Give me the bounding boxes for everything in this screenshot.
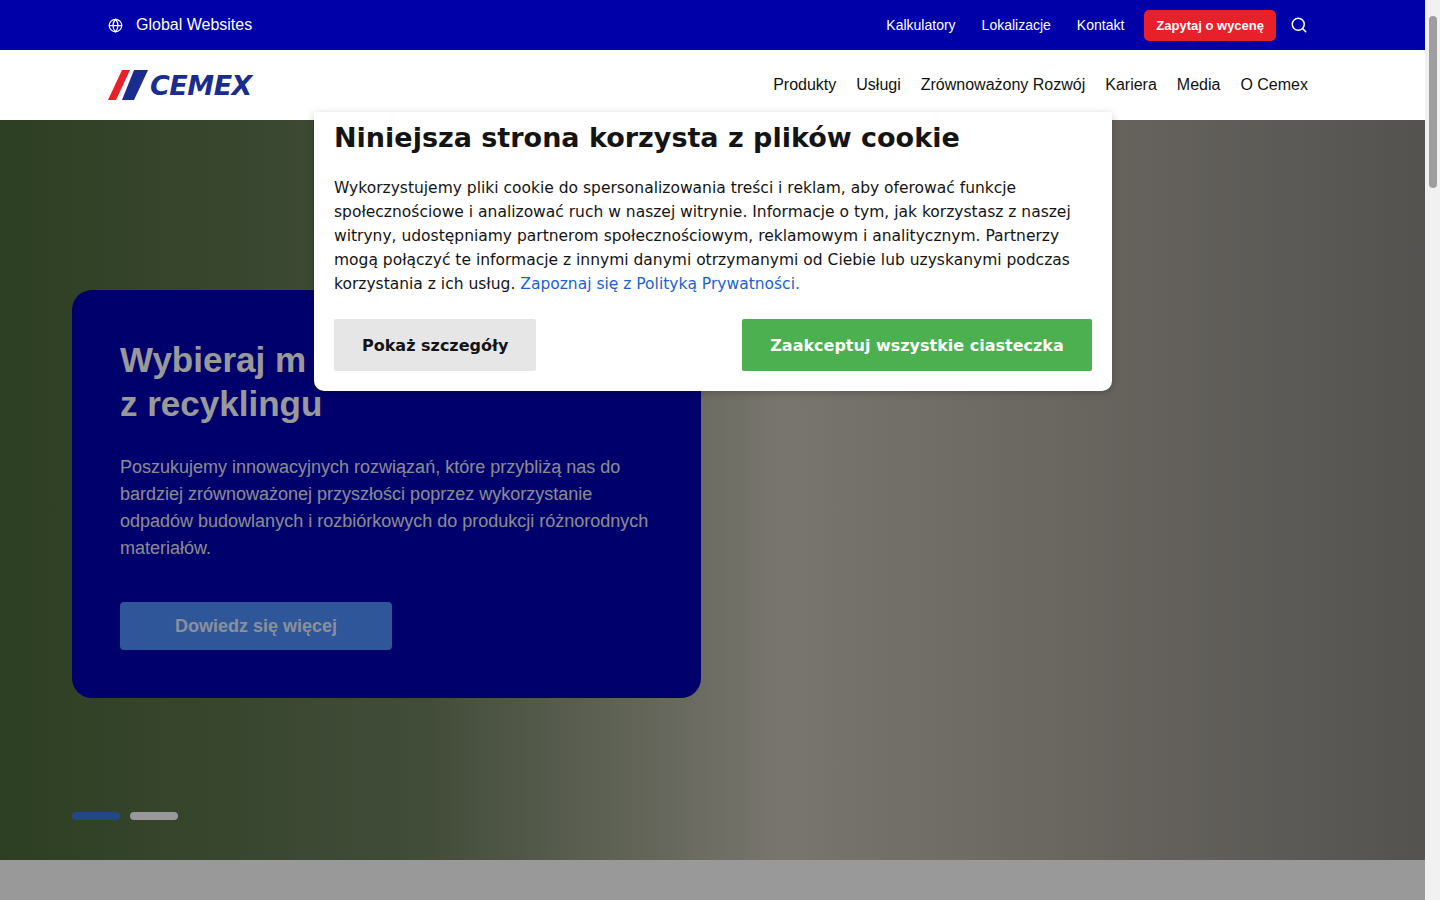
globe-icon	[108, 18, 123, 33]
nav-item[interactable]: Media	[1177, 76, 1221, 94]
show-details-button[interactable]: Pokaż szczegóły	[334, 319, 536, 371]
logo[interactable]: CEMEX	[108, 70, 252, 101]
top-bar: Global Websites Kalkulatory Lokalizacje Kon…	[0, 0, 1425, 50]
nav-item[interactable]: Zrównoważony Rozwój	[921, 76, 1086, 94]
quote-button[interactable]: Zapytaj o wycenę	[1144, 10, 1276, 41]
cookie-dialog: Niniejsza strona korzysta z plików cooki…	[314, 112, 1112, 391]
main: Global Websites Kalkulatory Lokalizacje Kon…	[0, 0, 1425, 900]
nav-item[interactable]: Kariera	[1105, 76, 1157, 94]
top-link[interactable]: Kalkulatory	[880, 17, 961, 33]
scrollbar[interactable]	[1425, 0, 1440, 900]
global-websites[interactable]: Global Websites	[108, 16, 252, 34]
cookie-title: Niniejsza strona korzysta z plików cooki…	[334, 120, 1092, 156]
cookie-text: Wykorzystujemy pliki cookie do spersonal…	[334, 176, 1092, 296]
header: CEMEX Produkty Usługi Zrównoważony Rozwój Ka…	[0, 50, 1425, 120]
page: Global Websites Kalkulatory Lokalizacje Kon…	[0, 0, 1440, 900]
nav-item[interactable]: Produkty	[773, 76, 836, 94]
cookie-buttons: Pokaż szczegóły Zaakceptuj wszystkie cias…	[334, 319, 1092, 371]
main-nav: Produkty Usługi Zrównoważony Rozwój Kariera…	[773, 76, 1308, 94]
search-icon[interactable]	[1290, 16, 1308, 34]
logo-slashes-icon	[108, 70, 148, 100]
nav-item[interactable]: O Cemex	[1240, 76, 1308, 94]
top-links: Kalkulatory Lokalizacje Kontakt Zapytaj o w…	[880, 10, 1308, 41]
accept-all-button[interactable]: Zaakceptuj wszystkie ciasteczka	[742, 319, 1092, 371]
privacy-link[interactable]: Zapoznaj się z Polityką Prywatności.	[520, 275, 800, 293]
scrollbar-thumb[interactable]	[1429, 16, 1437, 188]
top-link[interactable]: Kontakt	[1071, 17, 1130, 33]
top-link[interactable]: Lokalizacje	[976, 17, 1057, 33]
nav-item[interactable]: Usługi	[856, 76, 900, 94]
